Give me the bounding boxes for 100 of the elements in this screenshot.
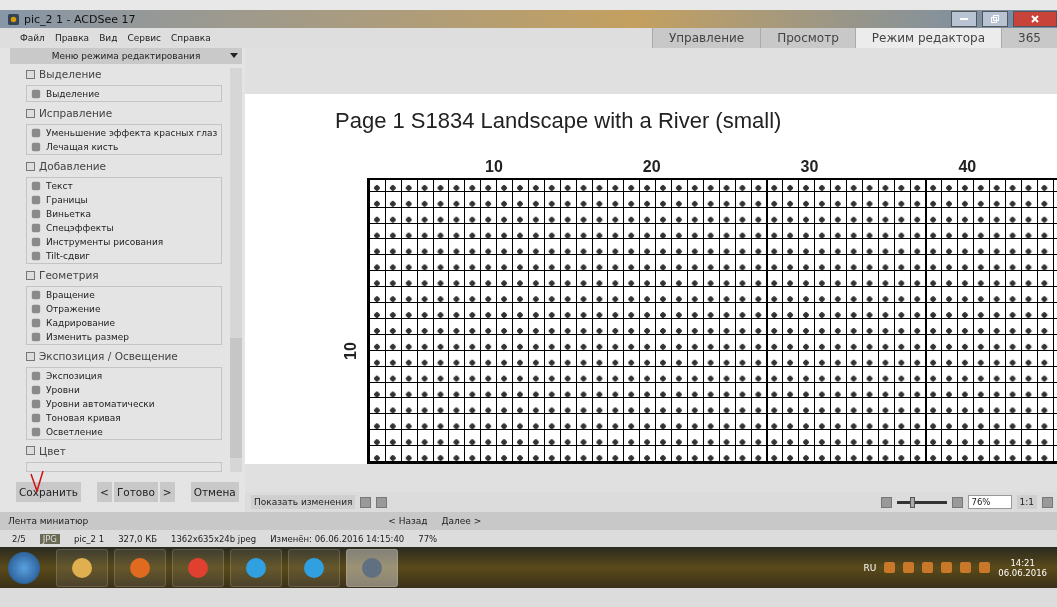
taskbar-app[interactable] xyxy=(346,548,398,587)
taskbar-app[interactable] xyxy=(172,548,224,587)
tool-icon xyxy=(31,317,41,328)
tool-icon xyxy=(31,194,41,205)
tool-item[interactable]: Границы xyxy=(46,194,88,205)
tool-item[interactable]: Вращение xyxy=(46,289,95,300)
tool-item[interactable]: Спецэффекты xyxy=(46,222,114,233)
collapse-icon[interactable] xyxy=(26,446,35,456)
tool-icon xyxy=(31,384,41,395)
collapse-icon[interactable] xyxy=(26,161,35,171)
slider-thumb[interactable] xyxy=(910,496,915,508)
column-number: 30 xyxy=(800,158,819,177)
group-title[interactable]: Выделение xyxy=(39,68,102,80)
menu-item[interactable]: Файл xyxy=(20,33,45,43)
tool-item[interactable]: Экспозиция xyxy=(46,370,103,381)
tool-item[interactable]: Текст xyxy=(46,180,73,191)
previous-button[interactable]: < xyxy=(97,482,112,502)
back-link[interactable]: < Назад xyxy=(388,516,428,526)
tool-item[interactable]: Тоновая кривая xyxy=(46,412,121,423)
status-text: 327,0 КБ xyxy=(118,533,158,544)
minimize-icon xyxy=(960,17,968,21)
actual-size-button[interactable]: 1:1 xyxy=(1016,495,1037,509)
group-title[interactable]: Экспозиция / Освещение xyxy=(39,350,178,363)
close-icon xyxy=(1031,15,1039,23)
scrollbar[interactable] xyxy=(230,68,242,472)
tool-item[interactable]: Tilt-сдвиг xyxy=(46,250,91,261)
tray-icon[interactable] xyxy=(979,562,991,573)
restore-button[interactable] xyxy=(982,11,1008,27)
done-button[interactable]: Готово xyxy=(113,482,158,502)
tray-icon[interactable] xyxy=(941,562,953,573)
tray-icon[interactable] xyxy=(903,562,915,573)
row-number: 10 xyxy=(342,342,360,360)
menu-item[interactable]: Вид xyxy=(99,33,118,43)
taskbar-app[interactable] xyxy=(230,548,282,587)
app-icon xyxy=(128,555,152,580)
column-number: 40 xyxy=(958,158,977,177)
tool-item[interactable]: Выделение xyxy=(46,88,100,99)
status-text: JPG xyxy=(39,533,60,544)
mode-tab[interactable]: 365 xyxy=(1001,28,1057,48)
tray-icon[interactable] xyxy=(922,562,934,573)
app-icon xyxy=(8,13,19,25)
tool-item[interactable]: Уровни xyxy=(46,384,80,395)
tool-icon xyxy=(31,236,41,247)
tray-icon[interactable] xyxy=(884,562,896,573)
tool-item[interactable]: Уменьшение эффекта красных глаз xyxy=(46,127,218,138)
menu-item[interactable]: Сервис xyxy=(127,33,162,43)
tool-icon xyxy=(31,303,41,314)
tool-icon xyxy=(31,127,41,138)
taskbar-app[interactable] xyxy=(288,548,340,587)
app-icon xyxy=(244,555,268,580)
fit-icon[interactable] xyxy=(1042,496,1053,508)
tool-item[interactable]: Лечащая кисть xyxy=(46,141,119,152)
tool-item[interactable]: Осветление xyxy=(46,426,103,437)
clock[interactable]: 14:21 06.06.2016 xyxy=(998,557,1047,578)
group-title[interactable]: Геометрия xyxy=(39,269,99,282)
tool-item[interactable]: Инструменты рисования xyxy=(46,236,164,247)
show-changes-button[interactable]: Показать изменения xyxy=(251,495,356,509)
tool-icon xyxy=(31,250,41,261)
forward-link[interactable]: Далее > xyxy=(441,516,482,526)
tool-item[interactable]: Виньетка xyxy=(46,208,91,219)
group-title[interactable]: Цвет xyxy=(39,445,66,457)
tool-item[interactable]: Уровни автоматически xyxy=(46,398,155,409)
tool-item[interactable]: Кадрирование xyxy=(46,317,115,328)
zoom-in-icon[interactable] xyxy=(951,496,963,508)
tray-icon[interactable] xyxy=(960,562,972,573)
tool-icon xyxy=(31,398,41,409)
menu-item[interactable]: Правка xyxy=(54,33,90,43)
panel-header[interactable]: Меню режима редактирования xyxy=(10,48,242,64)
start-button[interactable] xyxy=(8,551,40,584)
collapse-icon[interactable] xyxy=(26,69,35,79)
language-indicator[interactable]: RU xyxy=(863,562,877,573)
zoom-out-icon[interactable] xyxy=(880,496,892,508)
mode-tab[interactable]: Режим редактора xyxy=(854,28,1002,48)
next-button[interactable]: > xyxy=(159,482,175,502)
cancel-button[interactable]: Отмена xyxy=(190,482,239,502)
close-button[interactable] xyxy=(1013,11,1057,27)
filmstrip-label[interactable]: Лента миниатюр xyxy=(8,516,89,526)
app-icon xyxy=(70,555,94,580)
status-text: 1362x635x24b jpeg xyxy=(171,533,257,544)
tool-icon xyxy=(31,412,41,423)
group-title[interactable]: Добавление xyxy=(39,160,107,173)
taskbar-app[interactable] xyxy=(56,548,108,587)
tool-icon xyxy=(31,370,41,381)
minimize-button[interactable] xyxy=(951,11,977,27)
document-title: Page 1 S1834 Landscape with a River (small) xyxy=(335,108,783,135)
tool-item[interactable]: Отражение xyxy=(46,303,101,314)
compare-icon[interactable] xyxy=(360,496,372,508)
mode-tab[interactable]: Управление xyxy=(651,28,761,48)
zoom-field[interactable]: 76% xyxy=(967,495,1012,509)
tool-item[interactable]: Изменить размер xyxy=(46,331,130,342)
taskbar-app[interactable] xyxy=(114,548,166,587)
collapse-icon[interactable] xyxy=(26,270,35,280)
mode-tab[interactable]: Просмотр xyxy=(760,28,855,48)
collapse-icon[interactable] xyxy=(26,351,35,361)
save-button[interactable]: Сохранить xyxy=(16,482,82,502)
menu-item[interactable]: Справка xyxy=(171,33,211,43)
group-title[interactable]: Исправление xyxy=(39,107,113,120)
collapse-icon[interactable] xyxy=(26,108,35,118)
tool-icon xyxy=(31,222,41,233)
histogram-icon[interactable] xyxy=(376,496,388,508)
